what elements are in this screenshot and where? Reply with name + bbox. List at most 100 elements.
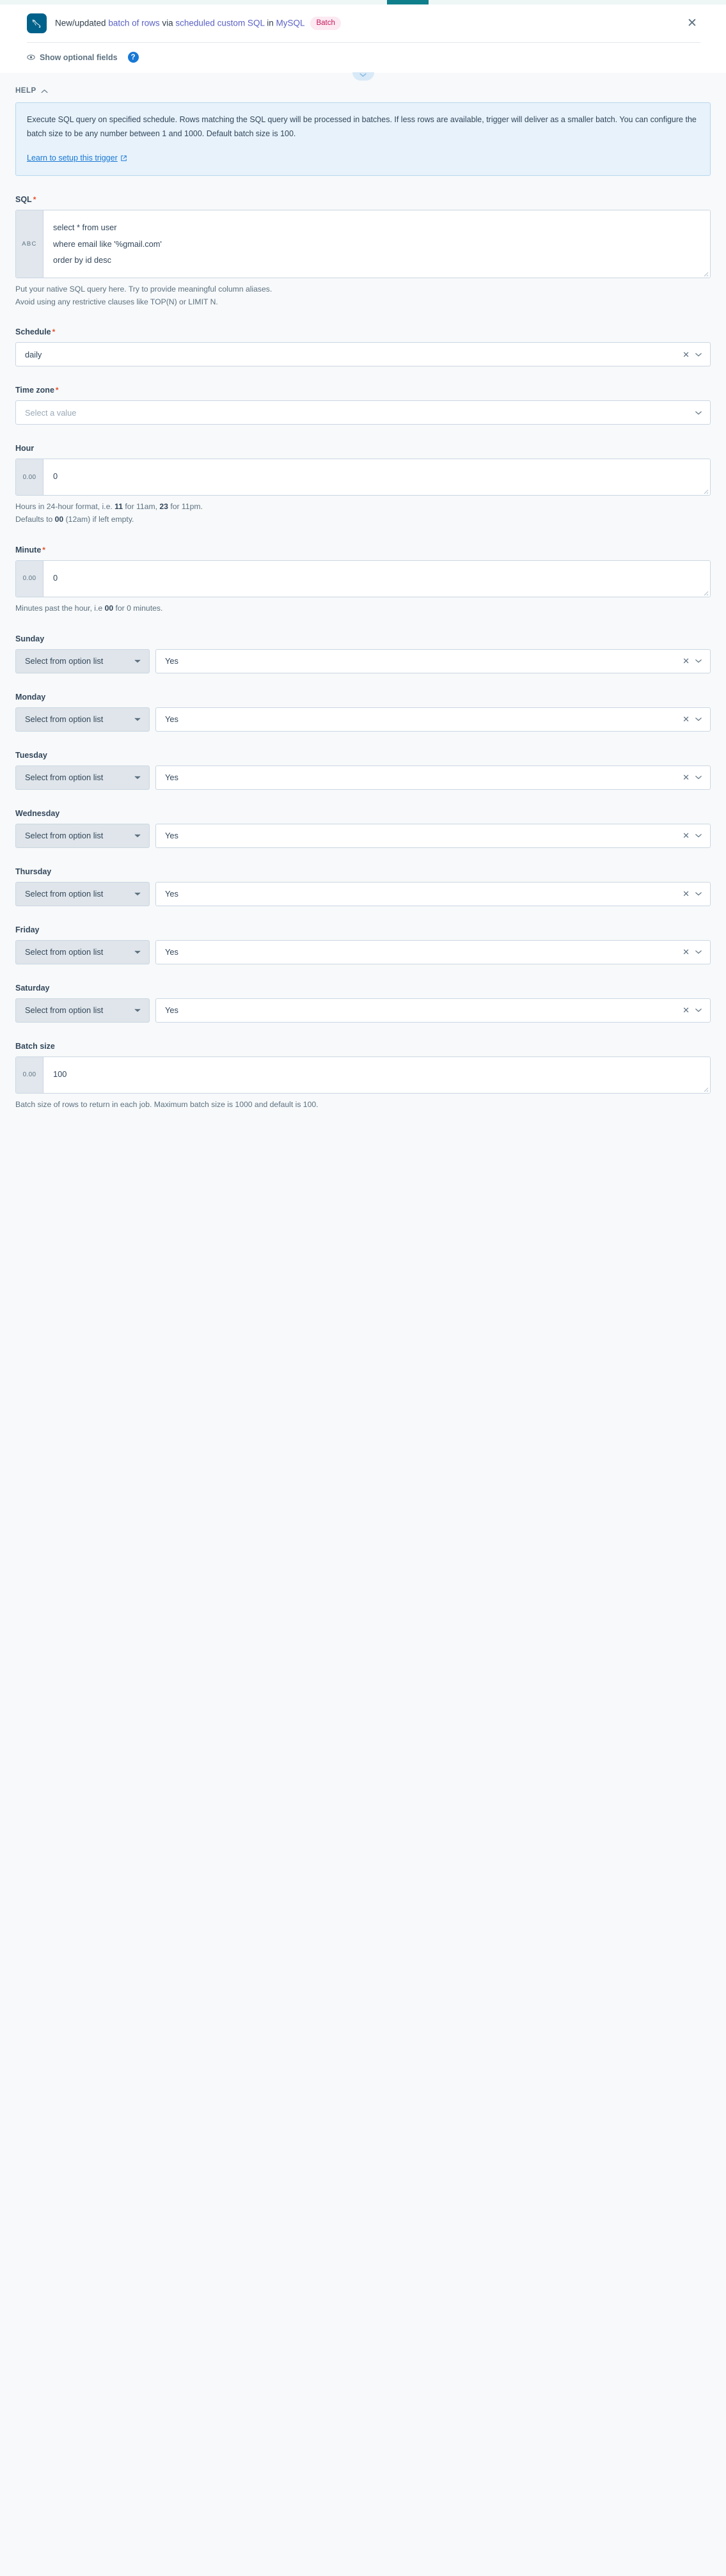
chevron-down-icon[interactable]: [134, 891, 143, 896]
panel-header: New/updated batch of rows via scheduled …: [0, 4, 726, 73]
title-part-2: via: [160, 18, 176, 27]
field-day-wednesday: WednesdaySelect from option listYes✕: [15, 809, 711, 848]
mysql-dolphin-icon: [27, 13, 47, 33]
day-option-select[interactable]: Select from option list: [15, 882, 150, 906]
hour-helper-g: 00: [55, 515, 64, 524]
batch-size-input[interactable]: 100: [43, 1057, 710, 1093]
chevron-down-icon[interactable]: [695, 352, 704, 357]
clear-icon[interactable]: ✕: [680, 715, 695, 723]
title-part-1[interactable]: batch of rows: [108, 18, 159, 27]
chevron-down-icon: [359, 73, 367, 77]
day-option-label: Select from option list: [25, 656, 134, 666]
day-option-select[interactable]: Select from option list: [15, 707, 150, 732]
field-day-thursday: ThursdaySelect from option listYes✕: [15, 867, 711, 906]
day-value-select[interactable]: Yes✕: [155, 882, 711, 906]
day-option-select[interactable]: Select from option list: [15, 940, 150, 964]
sql-textarea[interactable]: select * from user where email like '%gm…: [43, 210, 710, 278]
chevron-down-icon[interactable]: [695, 411, 704, 415]
chevron-down-icon[interactable]: [695, 891, 704, 896]
chevron-down-icon[interactable]: [695, 1008, 704, 1012]
sql-line-3: order by id desc: [53, 252, 701, 269]
minute-input[interactable]: 0: [43, 561, 710, 597]
day-row: Select from option listYes✕: [15, 707, 711, 732]
chevron-down-icon[interactable]: [134, 1008, 143, 1012]
minute-helper-c: for 0 minutes.: [113, 604, 162, 613]
day-row: Select from option list Yes✕: [15, 824, 711, 848]
day-option-select[interactable]: Select from option list: [15, 998, 150, 1023]
day-value-select[interactable]: Yes✕: [155, 824, 711, 848]
day-option-label: Select from option list: [25, 831, 134, 840]
title-part-5[interactable]: MySQL: [276, 18, 304, 27]
chevron-down-icon[interactable]: [134, 833, 143, 838]
chevron-down-icon[interactable]: [134, 717, 143, 721]
day-value: Yes: [165, 714, 680, 724]
chevron-down-icon[interactable]: [695, 717, 704, 721]
day-row: Select from option list Yes✕: [15, 882, 711, 906]
help-body-text: Execute SQL query on specified schedule.…: [27, 113, 699, 141]
help-section-header[interactable]: HELP: [15, 87, 711, 95]
minute-label-text: Minute: [15, 546, 41, 554]
show-optional-fields-button[interactable]: Show optional fields: [27, 53, 118, 62]
schedule-select[interactable]: daily ✕: [15, 342, 711, 366]
chevron-down-icon[interactable]: [134, 775, 143, 780]
batch-size-input-wrapper[interactable]: 0.00 100: [15, 1056, 711, 1094]
minute-helper-text: Minutes past the hour, i.e 00 for 0 minu…: [15, 602, 711, 615]
clear-icon[interactable]: ✕: [680, 890, 695, 898]
chevron-down-icon[interactable]: [134, 950, 143, 954]
question-mark-icon[interactable]: ?: [128, 52, 139, 63]
timezone-select[interactable]: Select a value: [15, 400, 711, 425]
hour-helper-f: Defaults to: [15, 515, 55, 524]
day-option-label: Select from option list: [25, 947, 134, 957]
title-part-4: in: [264, 18, 276, 27]
clear-icon[interactable]: ✕: [680, 831, 695, 840]
day-label: Tuesday: [15, 751, 711, 760]
day-value-select[interactable]: Yes✕: [155, 707, 711, 732]
clear-icon[interactable]: ✕: [680, 773, 695, 781]
close-icon[interactable]: ✕: [684, 15, 700, 32]
day-value: Yes: [165, 889, 680, 899]
batch-size-helper-text: Batch size of rows to return in each job…: [15, 1099, 711, 1111]
day-value-select[interactable]: Yes✕: [155, 940, 711, 964]
day-value: Yes: [165, 1005, 680, 1015]
required-asterisk: *: [56, 386, 59, 395]
day-option-select[interactable]: Select from option list: [15, 766, 150, 790]
show-optional-fields-label: Show optional fields: [40, 53, 118, 62]
schedule-label: Schedule*: [15, 327, 711, 336]
sql-input-wrapper[interactable]: ABC select * from user where email like …: [15, 210, 711, 278]
sql-line-1: select * from user: [53, 219, 701, 236]
field-schedule: Schedule* daily ✕: [15, 327, 711, 366]
day-value-select[interactable]: Yes✕: [155, 766, 711, 790]
hour-input[interactable]: 0: [43, 459, 710, 495]
day-option-select[interactable]: Select from option list: [15, 649, 150, 673]
timezone-label: Time zone*: [15, 386, 711, 395]
day-row: Select from option listYes✕: [15, 998, 711, 1023]
field-timezone: Time zone* Select a value: [15, 386, 711, 425]
title-part-3[interactable]: scheduled custom SQL: [175, 18, 264, 27]
chevron-up-icon: [41, 89, 48, 93]
schedule-label-text: Schedule: [15, 327, 51, 336]
chevron-down-icon[interactable]: [695, 775, 704, 780]
chevron-down-icon[interactable]: [695, 950, 704, 954]
day-option-label: Select from option list: [25, 889, 134, 899]
clear-icon[interactable]: ✕: [680, 657, 695, 665]
field-day-monday: MondaySelect from option listYes✕: [15, 693, 711, 732]
field-day-saturday: SaturdaySelect from option listYes✕: [15, 984, 711, 1023]
learn-to-setup-trigger-link[interactable]: Learn to setup this trigger: [27, 153, 127, 162]
chevron-down-icon[interactable]: [695, 833, 704, 838]
minute-input-wrapper[interactable]: 0.00 0: [15, 560, 711, 597]
clear-icon[interactable]: ✕: [680, 1006, 695, 1014]
hour-type-chip: 0.00: [16, 459, 43, 495]
clear-icon[interactable]: ✕: [680, 350, 695, 359]
minute-label: Minute*: [15, 546, 711, 554]
sql-helper-line-1: Put your native SQL query here. Try to p…: [15, 283, 711, 296]
hour-input-wrapper[interactable]: 0.00 0: [15, 459, 711, 496]
chevron-down-icon[interactable]: [695, 659, 704, 663]
hour-helper-text: Hours in 24-hour format, i.e. 11 for 11a…: [15, 501, 711, 526]
status-badge: Batch: [310, 17, 340, 31]
clear-icon[interactable]: ✕: [680, 948, 695, 956]
day-value-select[interactable]: Yes✕: [155, 649, 711, 673]
day-option-select[interactable]: Select from option list: [15, 824, 150, 848]
day-value-select[interactable]: Yes✕: [155, 998, 711, 1023]
chevron-down-icon[interactable]: [134, 659, 143, 663]
hour-helper-line-1: Hours in 24-hour format, i.e. 11 for 11a…: [15, 501, 711, 514]
